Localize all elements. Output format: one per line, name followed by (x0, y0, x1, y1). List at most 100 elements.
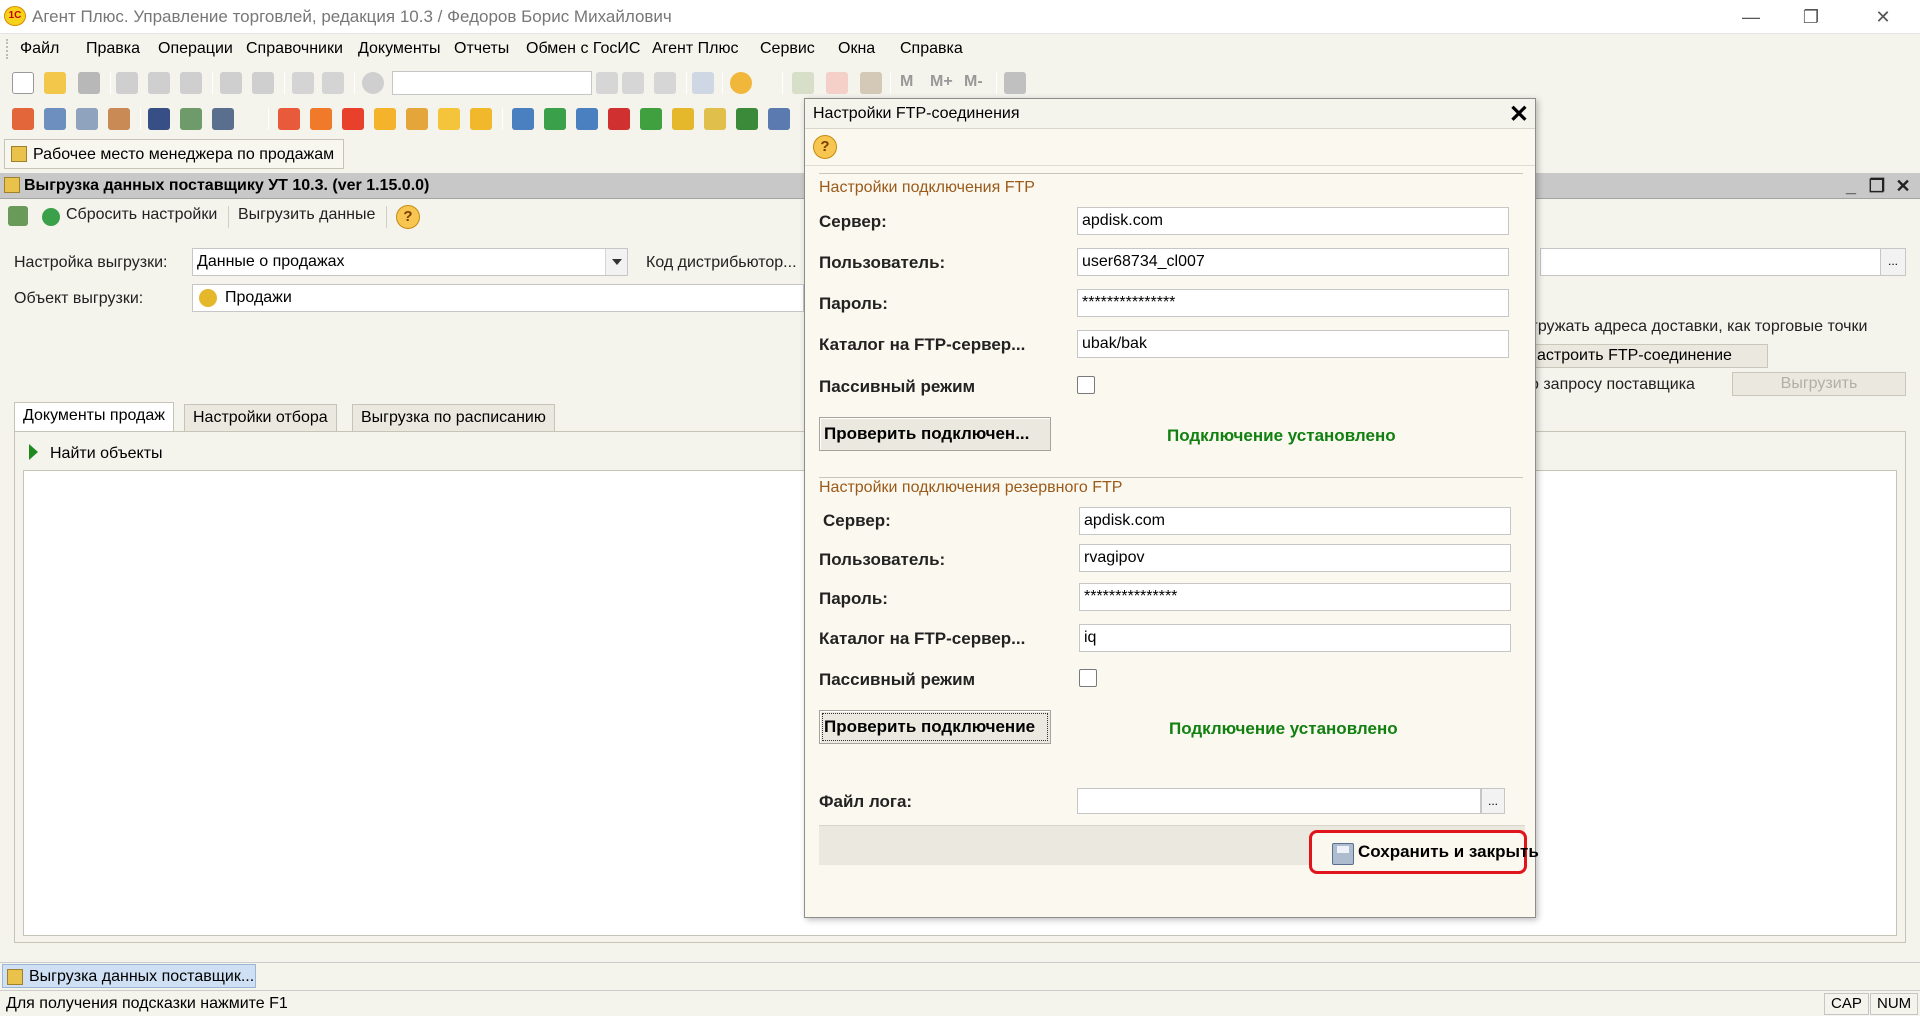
find-previous-icon[interactable] (654, 72, 676, 94)
agent-visits-icon[interactable] (342, 108, 364, 130)
copy-icon[interactable] (148, 72, 170, 94)
sales-manager-workplace-button[interactable]: Рабочее место менеджера по продажам (4, 139, 344, 169)
agent-orders-icon[interactable] (278, 108, 300, 130)
menu-help[interactable]: Справка (900, 40, 963, 58)
search-combo[interactable] (392, 71, 592, 95)
settings-icon[interactable] (1004, 72, 1026, 94)
menu-documents[interactable]: Документы (358, 40, 440, 58)
menu-gosis[interactable]: Обмен с ГосИС (526, 40, 640, 58)
primary-check-connection-button[interactable]: Проверить подключен... (819, 417, 1051, 451)
search-icon[interactable] (362, 72, 384, 94)
backup-server-field[interactable]: apdisk.com (1079, 507, 1511, 535)
close-button[interactable]: ✕ (1860, 0, 1906, 34)
memory-plus-button[interactable]: M+ (930, 73, 953, 91)
distributor-code-select-button[interactable]: ... (1880, 248, 1906, 276)
help-icon[interactable]: ? (813, 135, 837, 159)
agent-finance-icon[interactable] (470, 108, 492, 130)
agent-stock-icon[interactable] (406, 108, 428, 130)
menu-windows[interactable]: Окна (838, 40, 875, 58)
primary-server-field[interactable]: apdisk.com (1077, 207, 1509, 235)
minimize-button[interactable]: — (1728, 0, 1774, 34)
export-window-minimize-button[interactable]: _ (1840, 175, 1862, 197)
save-and-close-button[interactable]: Сохранить и закрыть (1309, 830, 1539, 874)
dialog-close-button[interactable]: ✕ (1509, 100, 1529, 129)
coins-icon[interactable] (672, 108, 694, 130)
find-next-icon[interactable] (622, 72, 644, 94)
export-window-close-button[interactable]: ✕ (1892, 175, 1914, 197)
calculator-icon[interactable] (792, 72, 814, 94)
menu-operations[interactable]: Операции (158, 40, 233, 58)
open-icon[interactable] (44, 72, 66, 94)
calendar-icon[interactable] (826, 72, 848, 94)
menu-edit[interactable]: Правка (86, 40, 140, 58)
report-icon[interactable] (704, 108, 726, 130)
windows-icon[interactable] (692, 72, 714, 94)
contractors-icon[interactable] (148, 108, 170, 130)
reset-settings-button[interactable]: Сбросить настройки (66, 206, 217, 224)
transfer-icon[interactable] (640, 108, 662, 130)
download-icon[interactable] (576, 108, 598, 130)
export-window-restore-button[interactable]: ❐ (1866, 175, 1888, 197)
primary-passive-checkbox[interactable] (1077, 376, 1095, 394)
primary-password-field[interactable]: *************** (1077, 289, 1509, 317)
tab-sales-documents[interactable]: Документы продаж (14, 402, 174, 432)
help-icon[interactable]: ? (396, 205, 420, 229)
cut-icon[interactable] (116, 72, 138, 94)
tab-scheduled-export[interactable]: Выгрузка по расписанию (352, 404, 555, 432)
menu-reports[interactable]: Отчеты (454, 40, 509, 58)
sync-icon[interactable] (608, 108, 630, 130)
backup-password-field[interactable]: *************** (1079, 583, 1511, 611)
invoice-icon[interactable] (76, 108, 98, 130)
configure-ftp-button[interactable]: астроить FTP-соединение (1530, 344, 1768, 368)
refresh-icon (42, 208, 60, 226)
menu-agent-plus[interactable]: Агент Плюс (652, 40, 739, 58)
new-document-icon[interactable] (12, 72, 34, 94)
backup-user-field[interactable]: rvagipov (1079, 544, 1511, 572)
taskbar-item-export[interactable]: Выгрузка данных поставщик... (2, 964, 256, 988)
find-objects-row[interactable]: Найти объекты (29, 444, 163, 463)
log-file-browse-button[interactable]: ... (1481, 788, 1505, 814)
primary-user-field[interactable]: user68734_cl007 (1077, 248, 1509, 276)
export-setting-select[interactable]: Данные о продажах (192, 248, 628, 276)
chevron-down-icon[interactable] (605, 249, 627, 275)
document-icon[interactable] (768, 108, 790, 130)
upload-button[interactable]: Выгрузить (1732, 372, 1906, 396)
tab-filter-settings[interactable]: Настройки отбора (184, 404, 337, 432)
menu-catalogs[interactable]: Справочники (246, 40, 343, 58)
print-preview-icon[interactable] (252, 72, 274, 94)
undo-icon[interactable] (292, 72, 314, 94)
backup-check-connection-button[interactable]: Проверить подключение (819, 710, 1051, 744)
primary-catalog-field[interactable]: ubak/bak (1077, 330, 1509, 358)
paste-icon[interactable] (180, 72, 202, 94)
payments-icon[interactable] (108, 108, 130, 130)
menu-service[interactable]: Сервис (760, 40, 815, 58)
exchange-icon[interactable] (512, 108, 534, 130)
log-file-field[interactable] (1077, 788, 1481, 814)
restore-button[interactable]: ❐ (1788, 0, 1834, 34)
redo-icon[interactable] (322, 72, 344, 94)
agent-prices-icon[interactable] (438, 108, 460, 130)
export-object-field[interactable]: Продажи (192, 284, 804, 312)
info-icon[interactable] (730, 72, 752, 94)
agent-money-icon[interactable] (374, 108, 396, 130)
export-icon[interactable] (736, 108, 758, 130)
warehouse-icon[interactable] (180, 108, 202, 130)
print-icon[interactable] (220, 72, 242, 94)
export-data-button[interactable]: Выгрузить данные (238, 206, 375, 224)
memory-m-button[interactable]: M (900, 73, 913, 91)
sales-icon[interactable] (44, 108, 66, 130)
primary-passive-label: Пассивный режим (819, 377, 976, 396)
backup-passive-checkbox[interactable] (1079, 669, 1097, 687)
backup-catalog-field[interactable]: iq (1079, 624, 1511, 652)
orders-icon[interactable] (12, 108, 34, 130)
edit-icon[interactable] (212, 108, 234, 130)
distributor-code-field[interactable] (1540, 248, 1882, 276)
agent-routes-icon[interactable] (310, 108, 332, 130)
menu-file[interactable]: Файл (20, 40, 59, 58)
memory-minus-button[interactable]: M- (964, 73, 983, 91)
export-settings-icon[interactable] (8, 206, 28, 226)
users-icon[interactable] (860, 72, 882, 94)
clear-search-icon[interactable] (596, 72, 618, 94)
save-icon[interactable] (78, 72, 100, 94)
upload-icon[interactable] (544, 108, 566, 130)
